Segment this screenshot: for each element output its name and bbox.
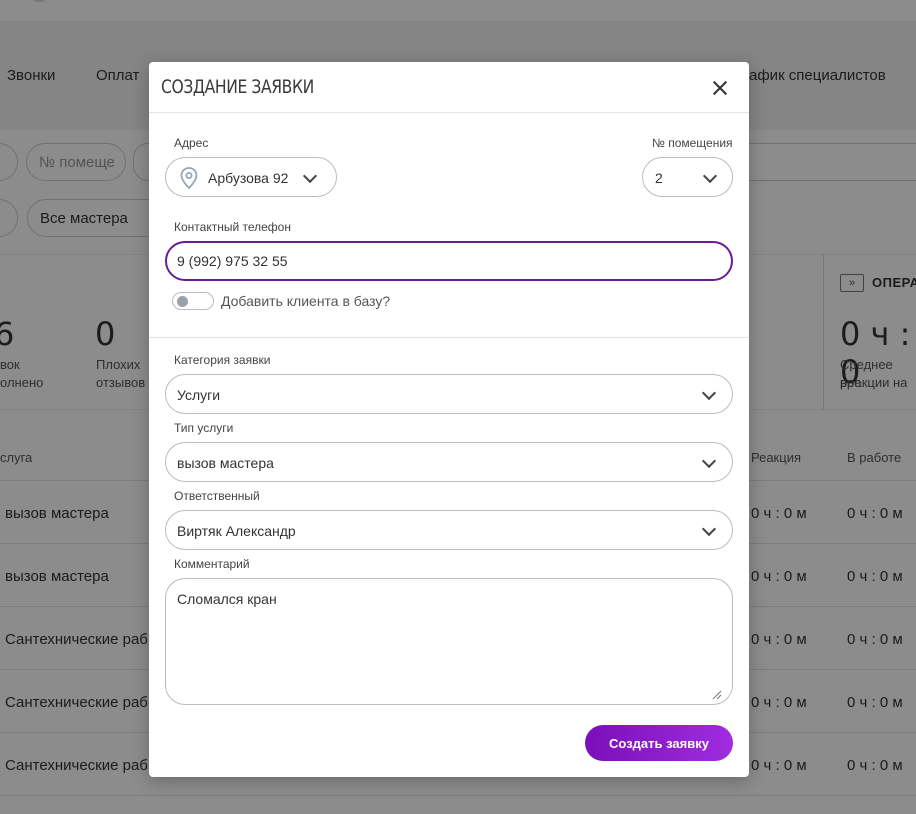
comment-textarea[interactable]: Сломался кран [165,578,733,705]
location-pin-icon [180,167,198,189]
modal-header: СОЗДАНИЕ ЗАЯВКИ [149,62,749,113]
category-value: Услуги [177,387,221,403]
phone-input[interactable] [165,241,733,281]
category-select[interactable]: Услуги [165,374,733,414]
create-request-modal: СОЗДАНИЕ ЗАЯВКИ Адрес Арбузова 92 № поме… [149,62,749,777]
responsible-label: Ответственный [174,489,260,503]
room-value: 2 [655,170,663,186]
chevron-down-icon [702,168,718,184]
address-label: Адрес [174,136,209,150]
address-value: Арбузова 92 [208,170,289,186]
toggle-knob [177,296,188,307]
phone-label: Контактный телефон [174,220,291,234]
category-label: Категория заявки [174,353,271,367]
responsible-select[interactable]: Виртяк Александр [165,510,733,550]
section-divider [149,337,749,338]
chevron-down-icon [701,521,717,537]
service-type-select[interactable]: вызов мастера [165,442,733,482]
create-request-button[interactable]: Создать заявку [585,725,733,761]
responsible-value: Виртяк Александр [177,523,296,539]
chevron-down-icon [701,385,717,401]
chevron-down-icon [302,168,318,184]
comment-label: Комментарий [174,557,250,571]
address-select[interactable]: Арбузова 92 [165,157,337,197]
room-label: № помещения [652,136,733,150]
modal-title: СОЗДАНИЕ ЗАЯВКИ [161,76,314,98]
service-type-label: Тип услуги [174,421,234,435]
service-type-value: вызов мастера [177,455,274,471]
add-client-label: Добавить клиента в базу? [221,293,391,309]
add-client-toggle[interactable] [172,292,214,310]
chevron-down-icon [701,453,717,469]
close-icon[interactable] [707,75,733,101]
resize-handle-icon[interactable] [712,690,722,700]
room-select[interactable]: 2 [642,157,733,197]
